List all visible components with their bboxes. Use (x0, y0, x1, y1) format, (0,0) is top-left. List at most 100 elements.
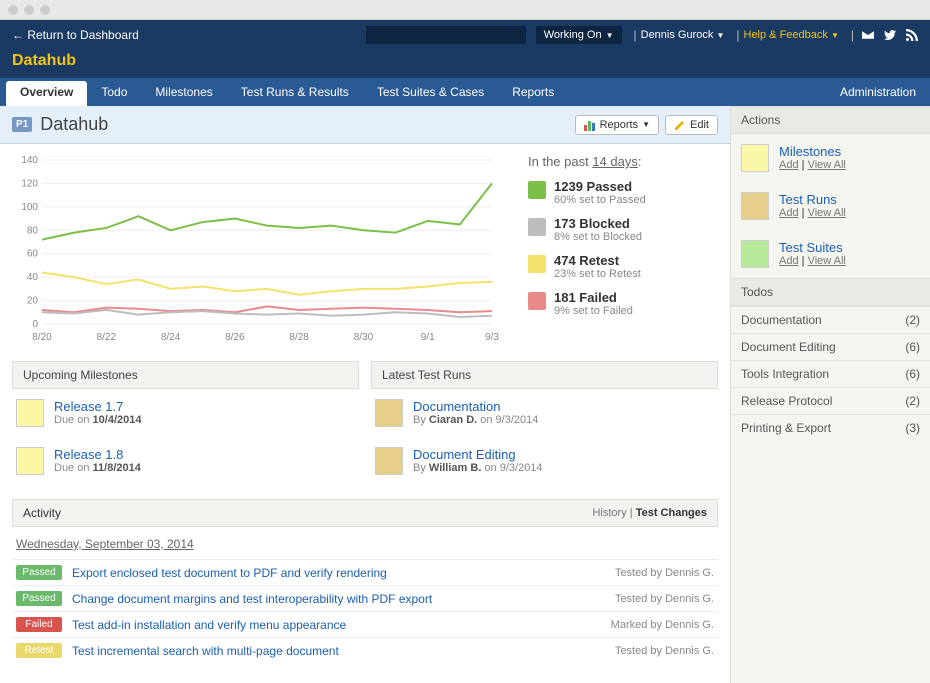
action-view-all-link[interactable]: View All (808, 207, 846, 219)
item-swatch (375, 447, 403, 475)
legend-count: 173 Blocked (554, 216, 642, 231)
search-wrap (366, 26, 526, 44)
site-title-row: Datahub (0, 50, 930, 78)
working-on-dropdown[interactable]: Working On ▼ (536, 26, 622, 44)
minimize-dot[interactable] (24, 5, 34, 15)
milestone-item: Release 1.7 Due on 10/4/2014 (12, 389, 359, 437)
action-link[interactable]: Milestones (779, 144, 846, 159)
project-badge: P1 (12, 117, 32, 132)
nav-tab-overview[interactable]: Overview (6, 81, 87, 106)
activity-link[interactable]: Change document margins and test interop… (72, 592, 605, 606)
legend-swatch (528, 181, 546, 199)
milestone-due: Due on 11/8/2014 (54, 462, 141, 474)
edit-button[interactable]: Edit (665, 115, 718, 135)
action-link[interactable]: Test Suites (779, 240, 846, 255)
action-add-link[interactable]: Add (779, 255, 799, 267)
todo-row[interactable]: Release Protocol(2) (731, 387, 930, 414)
legend-item: 181 Failed 9% set to Failed (528, 290, 718, 317)
test-run-link[interactable]: Documentation (413, 399, 538, 414)
window-titlebar (0, 0, 930, 20)
actions-header: Actions (731, 106, 930, 134)
action-swatch (741, 192, 769, 220)
todo-count: (2) (905, 394, 920, 408)
nav-admin-link[interactable]: Administration (826, 78, 930, 106)
nav-tab-test-suites-cases[interactable]: Test Suites & Cases (363, 78, 498, 106)
todo-row[interactable]: Documentation(2) (731, 306, 930, 333)
action-view-all-link[interactable]: View All (808, 159, 846, 171)
svg-text:8/20: 8/20 (32, 332, 52, 343)
svg-text:120: 120 (21, 178, 38, 189)
action-swatch (741, 144, 769, 172)
activity-link[interactable]: Test add-in installation and verify menu… (72, 618, 601, 632)
svg-text:8/26: 8/26 (225, 332, 245, 343)
reports-dropdown-button[interactable]: Reports ▼ (575, 115, 659, 135)
svg-text:80: 80 (27, 225, 39, 236)
help-feedback-dropdown[interactable]: Help & Feedback ▼ (744, 29, 839, 41)
todo-label: Document Editing (741, 340, 836, 354)
bar-chart-icon (584, 119, 596, 131)
panel-header: Upcoming Milestones (12, 361, 359, 389)
chevron-down-icon: ▼ (606, 31, 614, 40)
test-run-item: Document Editing By William B. on 9/3/20… (371, 437, 718, 485)
action-add-link[interactable]: Add (779, 159, 799, 171)
latest-test-runs-panel: Latest Test Runs Documentation By Ciaran… (371, 361, 718, 485)
nav-tab-reports[interactable]: Reports (498, 78, 568, 106)
test-run-by: By William B. on 9/3/2014 (413, 462, 543, 474)
todo-count: (3) (905, 421, 920, 435)
svg-text:20: 20 (27, 296, 39, 307)
activity-by: Tested by Dennis G. (615, 593, 714, 605)
activity-header: Activity History | Test Changes (12, 499, 718, 527)
status-badge: Failed (16, 617, 62, 632)
activity-row: Retest Test incremental search with mult… (12, 637, 718, 663)
search-input[interactable] (366, 26, 526, 44)
nav-tab-test-runs-results[interactable]: Test Runs & Results (227, 78, 363, 106)
activity-link[interactable]: Test incremental search with multi-page … (72, 644, 605, 658)
activity-test-changes-link[interactable]: Test Changes (636, 507, 707, 519)
action-add-link[interactable]: Add (779, 207, 799, 219)
nav-tab-milestones[interactable]: Milestones (141, 78, 226, 106)
action-swatch (741, 240, 769, 268)
milestone-due: Due on 10/4/2014 (54, 414, 141, 426)
activity-by: Tested by Dennis G. (615, 567, 714, 579)
test-run-link[interactable]: Document Editing (413, 447, 543, 462)
action-link[interactable]: Test Runs (779, 192, 846, 207)
todo-row[interactable]: Tools Integration(6) (731, 360, 930, 387)
page-header: P1 Datahub Reports ▼ Edit (0, 106, 730, 144)
status-badge: Passed (16, 565, 62, 580)
nav-tab-todo[interactable]: Todo (87, 78, 141, 106)
svg-text:9/1: 9/1 (421, 332, 435, 343)
close-dot[interactable] (8, 5, 18, 15)
separator: | (634, 28, 637, 42)
svg-text:100: 100 (21, 202, 38, 213)
return-to-dashboard-link[interactable]: ← Return to Dashboard (12, 28, 139, 42)
zoom-dot[interactable] (40, 5, 50, 15)
legend-period-link[interactable]: 14 days (592, 154, 638, 169)
test-run-item: Documentation By Ciaran D. on 9/3/2014 (371, 389, 718, 437)
todo-row[interactable]: Document Editing(6) (731, 333, 930, 360)
main-content: P1 Datahub Reports ▼ Edit 02040608010012… (0, 106, 730, 683)
chevron-down-icon: ▼ (642, 120, 650, 129)
action-item: Test Runs Add | View All (731, 182, 930, 230)
action-view-all-link[interactable]: View All (808, 255, 846, 267)
rss-icon[interactable] (906, 29, 918, 41)
user-menu[interactable]: Dennis Gurock ▼ (641, 29, 725, 41)
legend-sub: 23% set to Retest (554, 268, 641, 280)
milestone-link[interactable]: Release 1.8 (54, 447, 141, 462)
legend-count: 181 Failed (554, 290, 633, 305)
activity-history-link[interactable]: History (592, 507, 626, 519)
pencil-icon (674, 119, 686, 131)
legend-sub: 60% set to Passed (554, 194, 646, 206)
milestone-link[interactable]: Release 1.7 (54, 399, 141, 414)
svg-text:8/22: 8/22 (97, 332, 117, 343)
mail-icon[interactable] (862, 29, 874, 41)
todo-count: (6) (905, 367, 920, 381)
legend-swatch (528, 292, 546, 310)
twitter-icon[interactable] (884, 29, 896, 41)
svg-text:8/30: 8/30 (354, 332, 374, 343)
todo-row[interactable]: Printing & Export(3) (731, 414, 930, 441)
legend-item: 1239 Passed 60% set to Passed (528, 179, 718, 206)
activity-link[interactable]: Export enclosed test document to PDF and… (72, 566, 605, 580)
svg-text:0: 0 (32, 319, 38, 330)
legend-count: 1239 Passed (554, 179, 646, 194)
test-run-by: By Ciaran D. on 9/3/2014 (413, 414, 538, 426)
